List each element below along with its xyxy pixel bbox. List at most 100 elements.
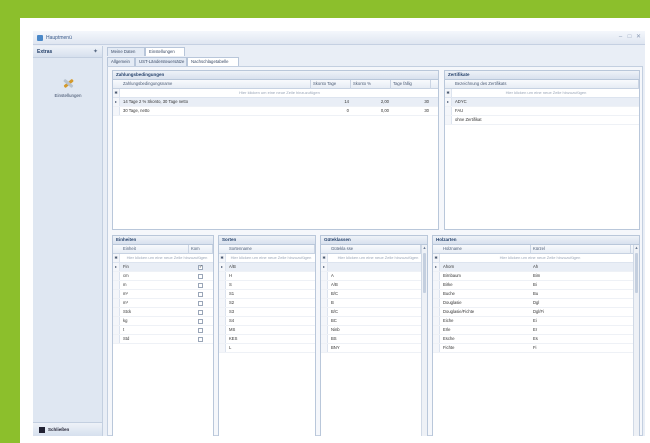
title-bar: Hauptmenü – □ ✕ [33, 31, 645, 45]
table-row[interactable]: B [321, 299, 427, 308]
table-row[interactable]: H [219, 272, 315, 281]
grid-header: Sortenname [219, 245, 315, 254]
checkbox[interactable] [198, 283, 203, 288]
table-row[interactable]: ohne Zertifikat [445, 116, 639, 125]
table-row[interactable]: Birke Bi [433, 281, 639, 290]
checkbox[interactable] [198, 264, 203, 270]
table-row[interactable]: A [321, 272, 427, 281]
table-row[interactable]: KES [219, 335, 315, 344]
table-row[interactable]: BS [321, 335, 427, 344]
column-header[interactable]: Bezeichnung des Zertifikats [453, 80, 639, 89]
table-row[interactable]: BC [321, 317, 427, 326]
close-app-button[interactable]: Schließen [33, 422, 102, 436]
table-row[interactable]: 30 Tage, netto 0 0,00 30 [113, 107, 438, 116]
table-row[interactable]: MS [219, 326, 315, 335]
checkbox[interactable] [198, 319, 203, 324]
table-cell: MS [229, 327, 236, 332]
table-row[interactable]: ▸ 14 Tage 2 % Skonto, 30 Tage netto 14 2… [113, 98, 438, 107]
tab-allgemein[interactable]: Allgemein [107, 57, 135, 66]
table-cell: t [123, 327, 125, 332]
minimize-button[interactable]: – [617, 34, 624, 41]
table-row[interactable]: t [113, 326, 213, 335]
scroll-up-icon[interactable]: ▲ [634, 245, 639, 251]
row-pointer-icon: ▸ [219, 263, 226, 271]
column-header[interactable]: Kürzel [531, 245, 631, 254]
tab-einstellungen[interactable]: Einstellungen [145, 47, 185, 56]
table-row[interactable]: Eiche Ei [433, 317, 639, 326]
table-row[interactable]: m³ [113, 299, 213, 308]
row-indicator-icon: ✱ [321, 254, 328, 262]
new-row[interactable]: ✱ Hier klicken um eine neue Zeile hinzuz… [321, 254, 427, 263]
table-row[interactable]: Std [113, 335, 213, 344]
table-row[interactable]: Birnbaum Bim [433, 272, 639, 281]
column-header[interactable]: Skonto Tage [311, 80, 351, 89]
pin-icon[interactable]: ✦ [93, 48, 98, 55]
close-button[interactable]: ✕ [635, 34, 642, 41]
table-row[interactable]: S [219, 281, 315, 290]
table-row[interactable]: Erle Er [433, 326, 639, 335]
table-row[interactable]: Ninb [321, 326, 427, 335]
table-row[interactable]: Esche Es [433, 335, 639, 344]
checkbox[interactable] [198, 328, 203, 333]
table-row[interactable]: Douglasie/Fichte Dgl/Fi [433, 308, 639, 317]
column-header[interactable]: Tage fällig [391, 80, 431, 89]
table-row[interactable]: B/C [321, 290, 427, 299]
table-cell: Erle [443, 327, 451, 332]
maximize-button[interactable]: □ [626, 34, 633, 41]
new-row[interactable]: ✱ Hier klicken um eine neue Zeile hinzuz… [113, 254, 213, 263]
column-header[interactable]: Kom [189, 245, 213, 254]
new-row[interactable]: ✱ Hier klicken um eine neue Zeile hinzuz… [113, 89, 438, 98]
checkbox[interactable] [198, 310, 203, 315]
column-header[interactable]: Einheit [121, 245, 189, 254]
table-row[interactable]: Stck [113, 308, 213, 317]
table-row[interactable]: ▸ [321, 263, 427, 272]
table-cell: S2 [229, 300, 235, 305]
new-row[interactable]: ✱ Hier klicken um eine neue Zeile hinzuz… [433, 254, 639, 263]
table-row[interactable]: L [219, 344, 315, 353]
table-cell: BS [331, 336, 337, 341]
vertical-scrollbar[interactable]: ▲ [421, 245, 427, 436]
table-row[interactable]: S1 [219, 290, 315, 299]
column-header[interactable]: Holzname [441, 245, 531, 254]
table-cell: Stck [123, 309, 132, 314]
scroll-up-icon[interactable]: ▲ [422, 245, 427, 251]
table-row[interactable]: Fichte Fi [433, 344, 639, 353]
column-header[interactable]: Gütekla sse [329, 245, 421, 254]
table-row[interactable]: ▸ Fin [113, 263, 213, 272]
sidebar-item-label: Einstellungen [54, 93, 82, 98]
sidebar-item-einstellungen[interactable]: Einstellungen [37, 76, 99, 106]
tab-meine-daten[interactable]: Meine Daten [107, 47, 145, 56]
table-row[interactable]: m² [113, 290, 213, 299]
new-row[interactable]: ✱ Hier klicken um eine neue Zeile hinzuz… [445, 89, 639, 98]
tab-nachschlagetabelle[interactable]: Nachschlagetabelle [187, 57, 239, 66]
table-row[interactable]: ▸ A/B [219, 263, 315, 272]
table-row[interactable]: kg [113, 317, 213, 326]
new-row[interactable]: ✱ Hier klicken um eine neue Zeile hinzuz… [219, 254, 315, 263]
table-row[interactable]: S3 [219, 308, 315, 317]
checkbox[interactable] [198, 337, 203, 342]
column-header[interactable]: Zahlungsbedingungsname [121, 80, 311, 89]
table-row[interactable]: A/B [321, 281, 427, 290]
table-row[interactable]: BNY [321, 344, 427, 353]
row-pointer-icon: ▸ [445, 98, 452, 106]
table-row[interactable]: B/C [321, 308, 427, 317]
table-row[interactable]: FAU [445, 107, 639, 116]
table-row[interactable]: m [113, 281, 213, 290]
row-indicator [113, 290, 120, 298]
table-row[interactable]: Douglasie Dgl [433, 299, 639, 308]
tab-ust-laender[interactable]: UST-Ländersteuersätze [135, 57, 187, 66]
checkbox[interactable] [198, 292, 203, 297]
checkbox[interactable] [198, 274, 203, 279]
table-row[interactable]: ▸ Ahorn Ah [433, 263, 639, 272]
column-header[interactable]: Skonto % [351, 80, 391, 89]
vertical-scrollbar[interactable]: ▲ [633, 245, 639, 436]
table-row[interactable]: S2 [219, 299, 315, 308]
table-row[interactable]: ▸ ADYC [445, 98, 639, 107]
table-row[interactable]: S4 [219, 317, 315, 326]
table-row[interactable]: cm [113, 272, 213, 281]
holzarten-grid: Holzarten Holzname Kürzel ✱ Hier klicken… [432, 235, 640, 436]
table-row[interactable]: Buche Bu [433, 290, 639, 299]
checkbox[interactable] [198, 301, 203, 306]
row-indicator [433, 290, 440, 298]
column-header[interactable]: Sortenname [227, 245, 315, 254]
